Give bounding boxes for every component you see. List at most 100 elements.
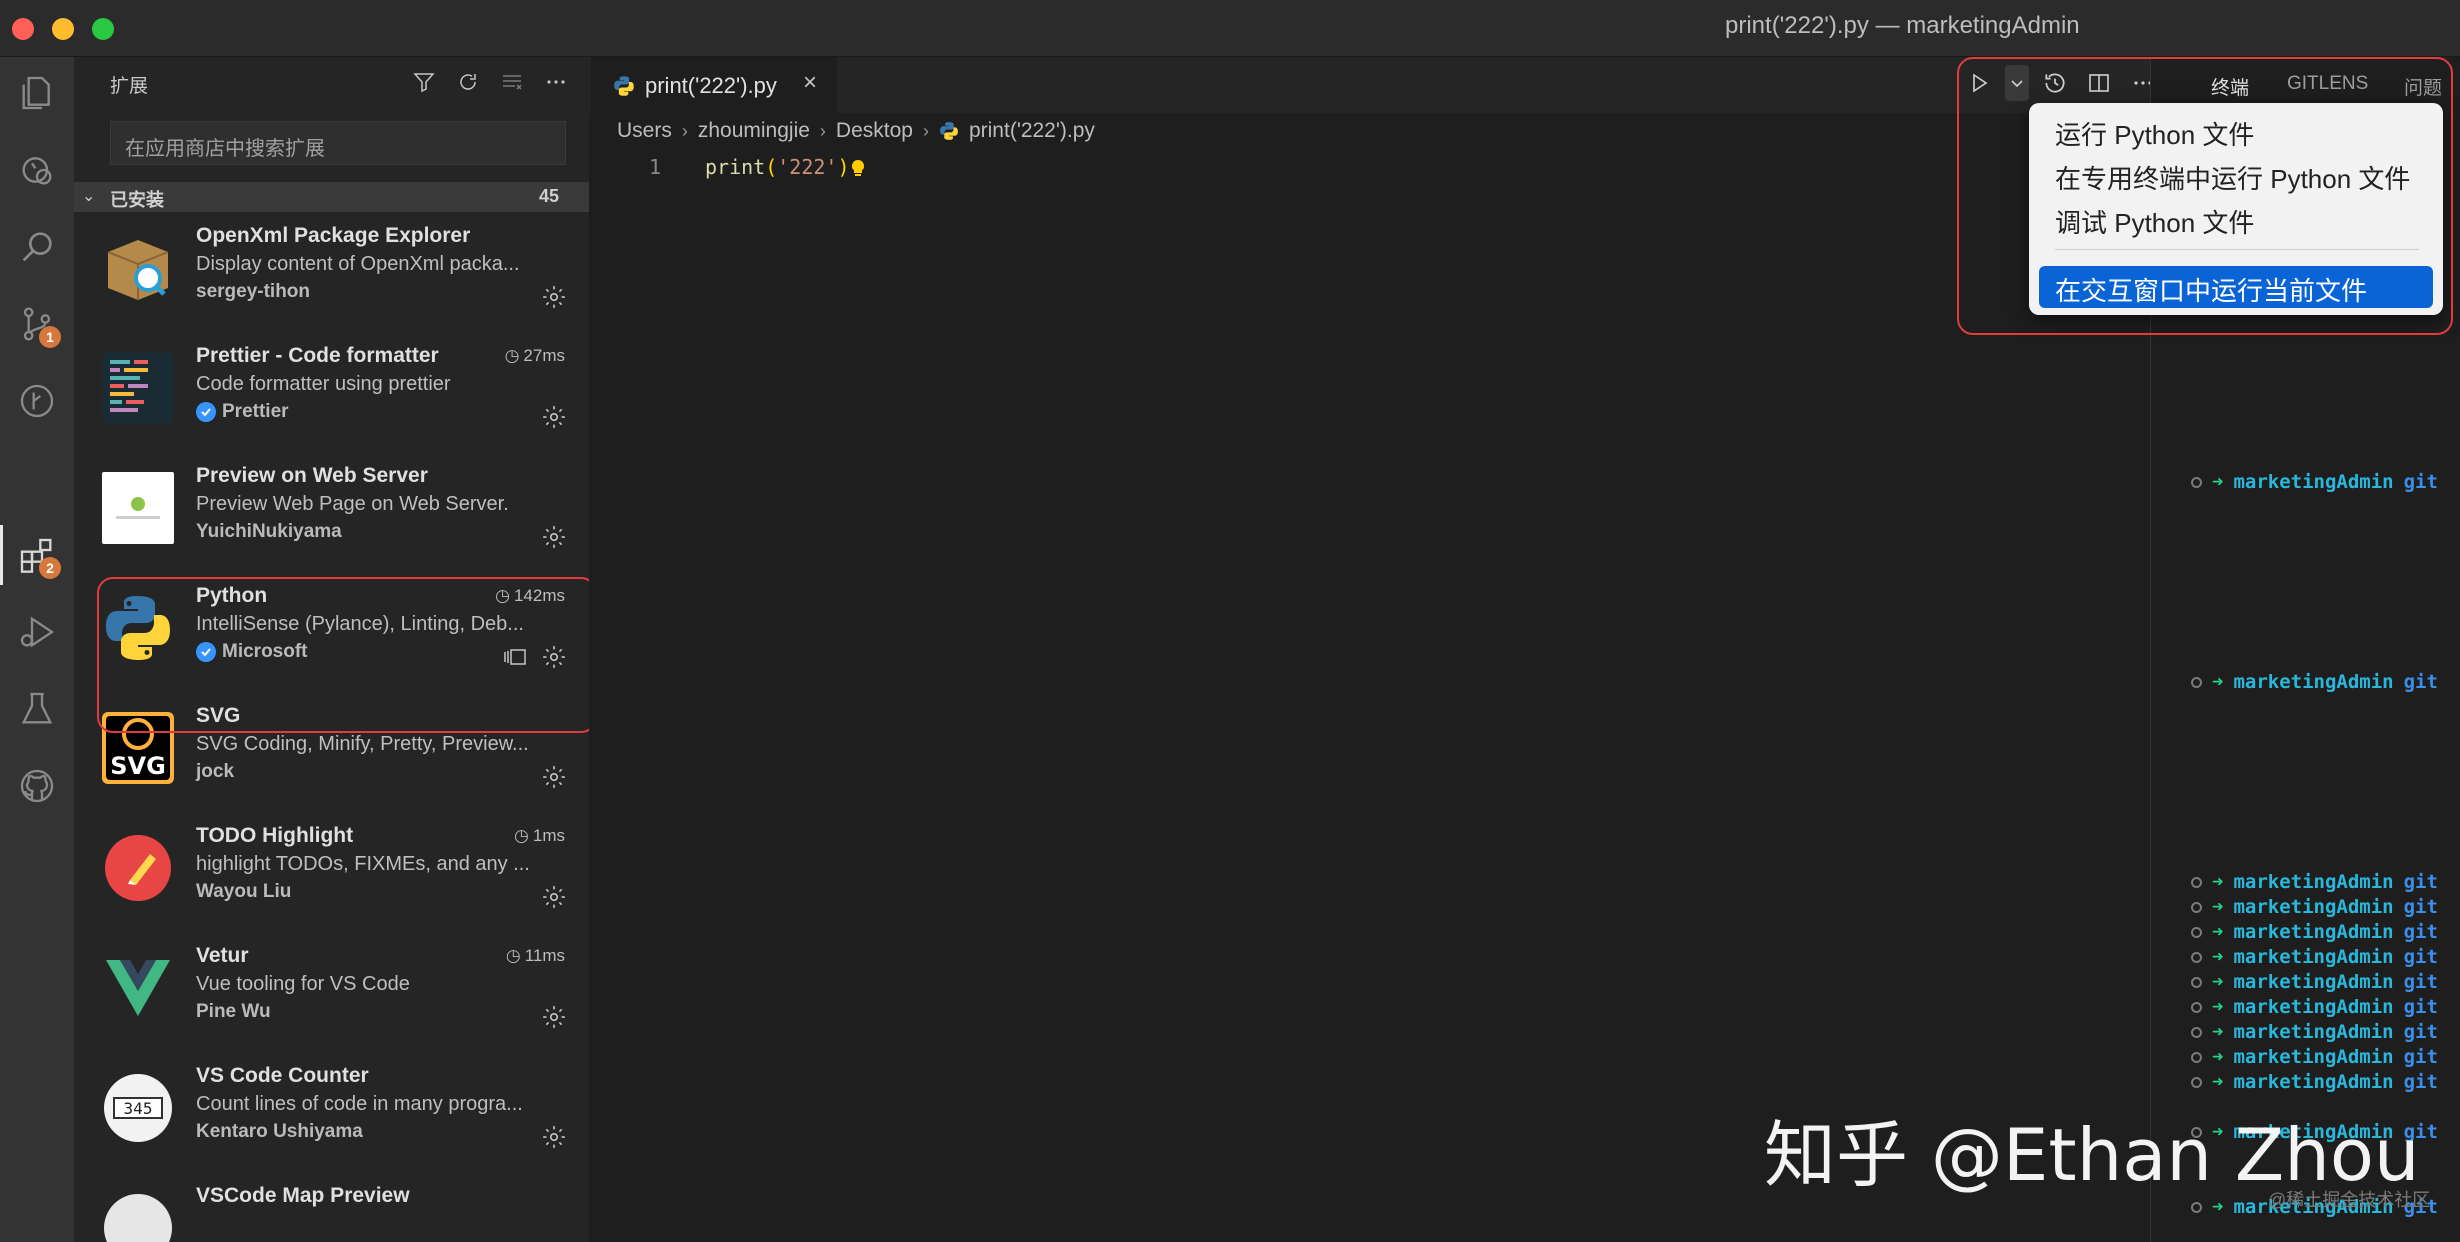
circle-icon [2191, 1026, 2202, 1038]
lightbulb-icon[interactable] [850, 159, 866, 179]
installed-section-header[interactable]: ⌄ 已安装 45 [74, 182, 589, 212]
explorer-icon[interactable] [11, 67, 63, 119]
extension-item-vetur[interactable]: Vetur ◷ 11ms Vue tooling for VS Code Pine… [74, 930, 589, 1050]
svg-icon: SVG [102, 712, 174, 784]
code-line[interactable]: 1 print('222') [589, 151, 2150, 185]
refresh-icon[interactable] [453, 67, 483, 97]
preview-web-server-icon [102, 472, 174, 544]
filter-icon[interactable] [409, 67, 439, 97]
terminal-prompt-line: ➜ marketingAdmin git [2191, 1071, 2438, 1093]
extension-publisher: Pine Wu [196, 1001, 271, 1022]
menu-item-run-in-interactive-window[interactable]: 在交互窗口中运行当前文件 [2039, 266, 2433, 308]
svg-text:345: 345 [124, 1099, 153, 1118]
breadcrumb-item[interactable]: Users [617, 119, 672, 143]
menu-divider [2055, 249, 2419, 250]
extension-name: Python [196, 584, 268, 607]
git-graph-icon[interactable] [11, 375, 63, 427]
source-control-badge: 1 [39, 326, 61, 348]
sidebar-actions [409, 67, 571, 97]
gear-icon[interactable] [541, 764, 567, 790]
zoom-window-button[interactable] [92, 18, 114, 40]
extension-item-vscode-counter[interactable]: 345 VS Code Counter Count lines of code … [74, 1050, 589, 1170]
extension-publisher: sergey-tihon [196, 281, 311, 302]
tab-terminal[interactable]: 终端 [2211, 73, 2249, 100]
menu-item-debug-python-file[interactable]: 调试 Python 文件 [2055, 203, 2254, 240]
terminal-prompt-line: ➜ marketingAdmin git [2191, 971, 2438, 993]
extension-name: Prettier - Code formatter [196, 344, 439, 367]
split-editor-icon[interactable] [2081, 65, 2117, 101]
extension-description: Preview Web Page on Web Server. [196, 493, 509, 515]
clear-icon[interactable] [497, 67, 527, 97]
chevron-right-icon: › [681, 120, 688, 141]
extension-item-python[interactable]: Python ◷ 142ms IntelliSense (Pylance), Li… [74, 570, 589, 690]
tab-problems[interactable]: 问题 [2404, 73, 2442, 100]
line-number: 1 [649, 155, 662, 179]
extension-search-input[interactable]: 在应用商店中搜索扩展 [110, 121, 566, 165]
gear-icon[interactable] [541, 884, 567, 910]
vue-icon [102, 952, 174, 1024]
window-title: print('222').py — marketingAdmin [1725, 12, 2080, 39]
source-control-icon[interactable]: 1 [11, 298, 63, 350]
search-icon[interactable] [11, 221, 63, 273]
extensions-sidebar: 扩展 在应用商店中搜索扩展 ⌄ 已安装 45 OpenXml Package E… [74, 57, 589, 1242]
title-bar: print('222').py — marketingAdmin [0, 0, 2460, 57]
python-file-icon [614, 76, 634, 96]
terminal-prompt-line: ➜ marketingAdmin git [2191, 996, 2438, 1018]
extension-publisher: Microsoft [196, 641, 308, 663]
run-dropdown-chevron-icon[interactable] [2005, 65, 2029, 101]
arrow-icon: ➜ [2212, 946, 2224, 968]
extension-description: Vue tooling for VS Code [196, 973, 410, 995]
gear-icon[interactable] [541, 404, 567, 430]
extension-name: OpenXml Package Explorer [196, 224, 471, 247]
menu-item-run-in-dedicated-terminal[interactable]: 在专用终端中运行 Python 文件 [2055, 159, 2410, 196]
python-icon [102, 592, 174, 664]
extension-item-todo-highlight[interactable]: TODO Highlight ◷ 1ms highlight TODOs, FIX… [74, 810, 589, 930]
extension-item-prettier[interactable]: Prettier - Code formatter ◷ 27ms Code for… [74, 330, 589, 450]
gear-icon[interactable] [541, 1124, 567, 1150]
close-window-button[interactable] [12, 18, 34, 40]
extension-item-openxml[interactable]: OpenXml Package Explorer Display content… [74, 210, 589, 330]
circle-icon [2191, 976, 2202, 988]
breadcrumb-item[interactable]: print('222').py [969, 119, 1095, 143]
tab-print-222[interactable]: print('222').py × [591, 57, 837, 113]
remote-explorer-icon[interactable] [11, 144, 63, 196]
extension-description: Code formatter using prettier [196, 373, 451, 395]
gear-icon[interactable] [541, 524, 567, 550]
run-debug-icon[interactable] [11, 606, 63, 658]
arrow-icon: ➜ [2212, 1071, 2224, 1093]
more-actions-icon[interactable] [541, 67, 571, 97]
breadcrumb-item[interactable]: zhoumingjie [698, 119, 810, 143]
extension-name: Preview on Web Server [196, 464, 428, 487]
gear-icon[interactable] [541, 644, 567, 670]
verified-icon [196, 642, 216, 662]
extensions-icon[interactable]: 2 [11, 529, 63, 581]
circle-icon [2191, 476, 2202, 488]
extension-pack-icon[interactable] [503, 646, 527, 668]
terminal-prompt-line: ➜ marketingAdmin git [2191, 896, 2438, 918]
python-file-icon [940, 122, 958, 140]
extension-item-svg[interactable]: SVG SVG SVG Coding, Minify, Pretty, Prev… [74, 690, 589, 810]
minimize-window-button[interactable] [52, 18, 74, 40]
verified-icon [196, 402, 216, 422]
testing-icon[interactable] [11, 683, 63, 735]
circle-icon [2191, 1051, 2202, 1063]
tab-gitlens[interactable]: GITLENS [2287, 73, 2368, 95]
breadcrumb-item[interactable]: Desktop [836, 119, 913, 143]
activation-time: ◷ 1ms [514, 826, 565, 845]
arrow-icon: ➜ [2212, 971, 2224, 993]
extension-description: IntelliSense (Pylance), Linting, Deb... [196, 613, 524, 635]
timeline-history-icon[interactable] [2037, 65, 2073, 101]
circle-icon [2191, 926, 2202, 938]
prettier-icon [102, 352, 174, 424]
code-text[interactable]: print('222') [705, 155, 866, 179]
extension-item-map-preview[interactable]: VSCode Map Preview [74, 1170, 589, 1242]
menu-item-run-python-file[interactable]: 运行 Python 文件 [2055, 115, 2254, 152]
editor-tab-bar: print('222').py × [589, 57, 2152, 113]
run-python-icon[interactable] [1961, 65, 1997, 101]
close-icon[interactable]: × [803, 69, 817, 97]
gear-icon[interactable] [541, 1004, 567, 1030]
gear-icon[interactable] [541, 284, 567, 310]
github-icon[interactable] [11, 760, 63, 812]
extension-item-preview-web-server[interactable]: Preview on Web Server Preview Web Page o… [74, 450, 589, 570]
chevron-right-icon: › [922, 120, 929, 141]
